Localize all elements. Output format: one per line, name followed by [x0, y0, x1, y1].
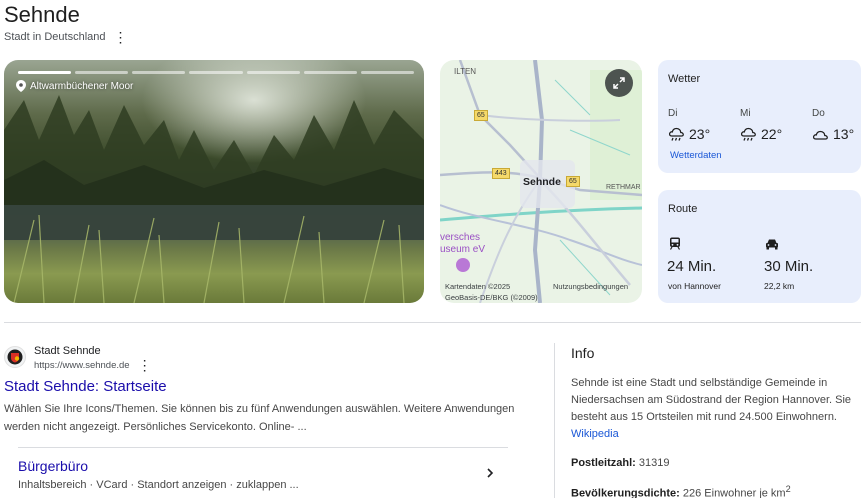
- result-url[interactable]: https://www.sehnde.de: [34, 360, 130, 371]
- weather-day-2: Mi: [740, 108, 751, 119]
- map-label-rethmar: RETHMAR: [606, 184, 641, 191]
- rain-cloud-icon: [740, 127, 756, 141]
- chevron-right-icon: [487, 468, 494, 478]
- fact-postal-code: Postleitzahl: 31319: [571, 457, 669, 469]
- map-label-museum-2: useum eV: [440, 244, 486, 255]
- route-mode-train: [669, 237, 681, 255]
- site-favicon[interactable]: [4, 346, 26, 368]
- map-preview[interactable]: ILTEN 65 443 65 Sehnde RETHMAR versches …: [440, 60, 642, 303]
- weather-forecast-1: 23°: [668, 126, 710, 142]
- photo-location-label: Altwarmbüchener Moor: [30, 80, 134, 92]
- sublink-snippet: Inhaltsbereich · VCard · Standort anzeig…: [18, 479, 299, 491]
- carousel-progress: [18, 71, 414, 74]
- result-more-options-icon[interactable]: ⋮: [138, 358, 152, 372]
- map-source: GeoBasis-DE/BKG (©2009): [445, 293, 538, 302]
- sublink-divider: [18, 447, 508, 448]
- weather-temp-2: 22°: [761, 126, 783, 142]
- info-panel-divider: [554, 343, 555, 498]
- rain-cloud-icon: [668, 127, 684, 141]
- fact-population-density: Bevölkerungsdichte: 226 Einwohner je km2: [571, 484, 791, 498]
- result-url-row: https://www.sehnde.de ⋮: [34, 358, 152, 372]
- route-card[interactable]: Route 24 Min. 30 Min. von Hannover 22,2 …: [658, 190, 861, 303]
- result-snippet: Wählen Sie Ihre Icons/Themen. Sie können…: [4, 403, 515, 433]
- result-site-name[interactable]: Stadt Sehnde: [34, 345, 101, 357]
- weather-title: Wetter: [668, 73, 701, 85]
- weather-card[interactable]: Wetter Di Mi Do 23° 22° 13° Wetterdaten: [658, 60, 861, 173]
- page-title: Sehnde: [4, 2, 80, 27]
- road-badge-443: 443: [492, 168, 510, 179]
- fact-postal-code-label[interactable]: Postleitzahl:: [571, 457, 636, 469]
- road-badge-65-north: 65: [474, 110, 488, 121]
- location-pin-icon: [16, 80, 26, 92]
- cloud-icon: [812, 130, 828, 140]
- route-train-time: 24 Min.: [667, 258, 717, 275]
- weather-data-link[interactable]: Wetterdaten: [670, 150, 722, 161]
- result-title-link[interactable]: Stadt Sehnde: Startseite: [4, 378, 167, 395]
- weather-temp-3: 13°: [833, 126, 855, 142]
- sehnde-crest-icon: [7, 349, 23, 365]
- map-label-museum-1: versches: [440, 232, 481, 243]
- info-title: Info: [571, 345, 595, 361]
- fact-population-density-sup: 2: [785, 484, 791, 494]
- sublink-title[interactable]: Bürgerbüro: [18, 458, 88, 474]
- sublink-expand-button[interactable]: [484, 466, 496, 484]
- route-train-origin: von Hannover: [668, 281, 721, 291]
- route-title: Route: [668, 203, 698, 215]
- route-car-time: 30 Min.: [764, 258, 814, 275]
- info-text: Sehnde ist eine Stadt und selbständige G…: [571, 377, 852, 423]
- fact-population-density-value: 226 Einwohner je km: [682, 487, 786, 498]
- map-terms-link[interactable]: Nutzungsbedingungen: [553, 282, 628, 291]
- photo-location[interactable]: Altwarmbüchener Moor: [16, 80, 133, 92]
- section-divider: [4, 322, 861, 323]
- subtitle-text: Stadt in Deutschland: [4, 31, 106, 43]
- reeds-image: [13, 214, 405, 303]
- road-badge-65-east: 65: [566, 176, 580, 187]
- route-mode-car: [765, 237, 779, 255]
- weather-day-1: Di: [668, 108, 678, 119]
- wikipedia-link[interactable]: Wikipedia: [571, 428, 619, 440]
- weather-forecast-3: 13°: [812, 126, 854, 142]
- fact-population-density-label[interactable]: Bevölkerungsdichte:: [571, 488, 680, 498]
- more-options-icon[interactable]: ⋮: [114, 30, 128, 44]
- fact-postal-code-value: 31319: [638, 457, 670, 469]
- map-label-sehnde: Sehnde: [523, 176, 561, 188]
- expand-map-button[interactable]: [605, 69, 633, 97]
- expand-icon: [613, 77, 625, 89]
- photo-carousel[interactable]: Altwarmbüchener Moor: [4, 60, 424, 303]
- page-subtitle: Stadt in Deutschland ⋮: [4, 30, 128, 44]
- weather-forecast-2: 22°: [740, 126, 782, 142]
- train-icon: [669, 237, 681, 250]
- weather-day-3: Do: [812, 108, 825, 119]
- map-copyright: Kartendaten ©2025: [445, 282, 511, 291]
- map-label-ilten: ILTEN: [454, 67, 477, 76]
- weather-temp-1: 23°: [689, 126, 711, 142]
- info-description: Sehnde ist eine Stadt und selbständige G…: [571, 375, 856, 443]
- route-car-distance: 22,2 km: [764, 281, 795, 291]
- car-icon: [766, 239, 778, 250]
